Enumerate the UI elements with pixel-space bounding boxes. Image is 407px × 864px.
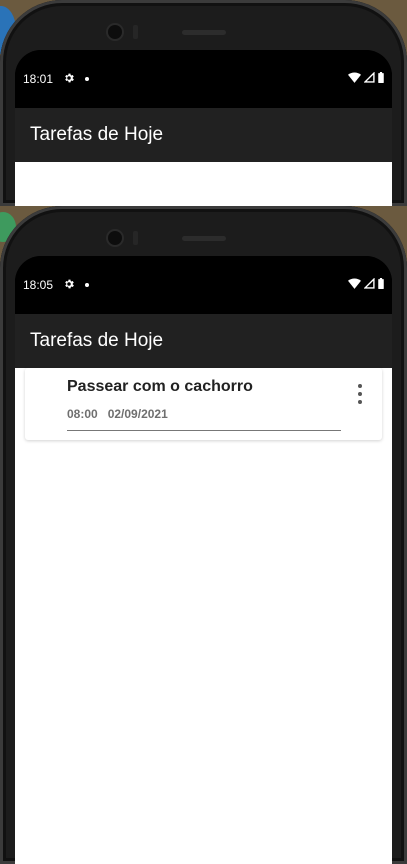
more-vert-icon[interactable] [355,384,365,404]
front-camera [108,231,122,245]
task-list-empty [15,162,392,206]
page-title: Tarefas de Hoje [30,330,164,351]
signal-icon [363,71,375,86]
signal-icon [363,277,375,292]
status-icons [348,71,384,86]
earpiece-speaker [182,236,226,241]
front-camera [108,25,122,39]
battery-icon [378,278,384,292]
page-title: Tarefas de Hoje [30,124,164,145]
wifi-icon [348,72,361,86]
dot-icon [85,283,90,287]
phone-frame-top: 18:01 Tarefas de Hoje [0,0,407,206]
phone-frame-bottom: 18:05 Tarefas de Hoje Passear com o cach… [0,206,407,864]
divider [67,430,341,431]
app-bar: Tarefas de Hoje [15,108,392,162]
wifi-icon [348,278,361,292]
gear-icon [63,278,75,292]
status-bar: 18:01 [15,50,392,108]
task-list: Passear com o cachorro 08:00 02/09/2021 [15,368,392,864]
task-time: 08:00 [67,407,98,421]
proximity-sensor [133,231,138,245]
battery-icon [378,72,384,86]
task-card[interactable]: Passear com o cachorro 08:00 02/09/2021 [25,368,382,440]
task-meta: 08:00 02/09/2021 [67,407,168,421]
screen-2: 18:05 Tarefas de Hoje Passear com o cach… [15,256,392,864]
task-date: 02/09/2021 [107,407,168,421]
dot-icon [85,77,90,81]
status-icons [348,277,384,292]
task-title: Passear com o cachorro [67,378,253,395]
proximity-sensor [133,25,138,39]
status-bar: 18:05 [15,256,392,314]
status-time: 18:05 [23,278,54,292]
app-bar: Tarefas de Hoje [15,314,392,368]
status-time: 18:01 [23,72,54,86]
gear-icon [63,72,75,86]
screen-1: 18:01 Tarefas de Hoje [15,50,392,206]
earpiece-speaker [182,30,226,35]
